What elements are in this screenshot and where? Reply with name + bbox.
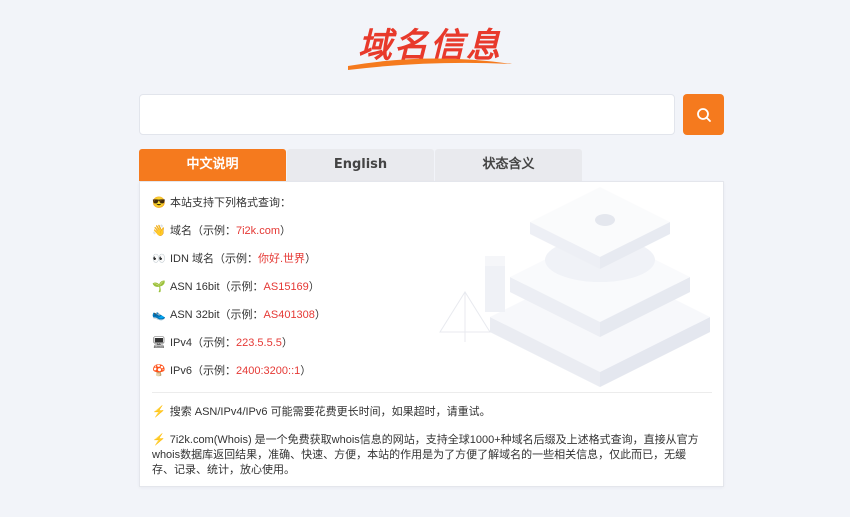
lightning-icon: ⚡: [152, 434, 166, 446]
search-input[interactable]: [140, 95, 674, 134]
format-suffix: ）: [308, 281, 320, 293]
format-row-domain: 👋 域名（示例：7i2k.com）: [152, 222, 291, 238]
mushroom-icon: 🍄: [152, 365, 166, 377]
intro-row: 😎 本站支持下列格式查询：: [152, 194, 291, 210]
format-example[interactable]: AS15169: [264, 281, 309, 293]
note-about-line2: whois数据库返回结果，准确、快速、方便，本站的作用是为了方便了解域名的一些相…: [152, 449, 687, 461]
format-label: ASN 32bit（示例：: [170, 309, 264, 321]
format-row-asn32: 👟 ASN 32bit（示例：AS401308）: [152, 306, 326, 322]
format-example[interactable]: 7i2k.com: [236, 225, 280, 237]
hand-icon: 👋: [152, 225, 166, 237]
format-label: IPv6（示例：: [170, 365, 237, 377]
format-row-ipv6: 🍄 IPv6（示例：2400:3200::1）: [152, 362, 311, 378]
format-label: IDN 域名（示例：: [170, 253, 258, 265]
search-box: [139, 94, 675, 135]
note-about-line3: 存、记录、统计，放心使用。: [152, 464, 295, 476]
server-illustration-icon: [439, 187, 710, 387]
site-logo[interactable]: 域名信息: [340, 18, 520, 76]
format-row-idn: 👀 IDN 域名（示例：你好.世界）: [152, 250, 316, 266]
logo-swoosh-icon: [348, 58, 512, 70]
format-suffix: ）: [281, 337, 293, 349]
intro-text: 本站支持下列格式查询：: [170, 197, 291, 209]
format-label: 域名（示例：: [170, 225, 236, 237]
divider: [152, 392, 712, 393]
format-example[interactable]: 223.5.5.5: [236, 337, 282, 349]
note-timeout: ⚡ 搜索 ASN/IPv4/IPv6 可能需要花费更长时间，如果超时，请重试。: [152, 405, 491, 420]
note-about-line1: 7i2k.com(Whois) 是一个免费获取whois信息的网站，支持全球10…: [169, 434, 699, 446]
note-timeout-text: 搜索 ASN/IPv4/IPv6 可能需要花费更长时间，如果超时，请重试。: [169, 406, 491, 418]
format-suffix: ）: [305, 253, 317, 265]
smiley-icon: 😎: [152, 197, 166, 209]
sprout-icon: 🌱: [152, 281, 166, 293]
tab-status-meaning[interactable]: 状态含义: [435, 149, 582, 181]
info-panel: 😎 本站支持下列格式查询： 👋 域名（示例：7i2k.com） 👀 IDN 域名（示例…: [139, 181, 724, 487]
eyes-icon: 👀: [152, 253, 166, 265]
note-about: ⚡ 7i2k.com(Whois) 是一个免费获取whois信息的网站，支持全球1…: [152, 433, 717, 478]
format-label: ASN 16bit（示例：: [170, 281, 264, 293]
format-example[interactable]: 2400:3200::1: [236, 365, 300, 377]
format-row-ipv4: 🖥 IPv4（示例：223.5.5.5）: [152, 334, 293, 350]
tab-chinese[interactable]: 中文说明: [139, 149, 286, 181]
monitor-icon: 🖥: [152, 337, 166, 349]
format-suffix: ）: [300, 365, 312, 377]
search-button[interactable]: [683, 94, 724, 135]
format-row-asn16: 🌱 ASN 16bit（示例：AS15169）: [152, 278, 320, 294]
format-suffix: ）: [280, 225, 292, 237]
format-suffix: ）: [314, 309, 326, 321]
lightning-icon: ⚡: [152, 406, 166, 418]
format-example[interactable]: AS401308: [264, 309, 315, 321]
sneaker-icon: 👟: [152, 309, 166, 321]
tab-english[interactable]: English: [287, 149, 434, 181]
format-example[interactable]: 你好.世界: [258, 253, 305, 265]
format-label: IPv4（示例：: [170, 337, 237, 349]
search-icon: [696, 107, 711, 122]
